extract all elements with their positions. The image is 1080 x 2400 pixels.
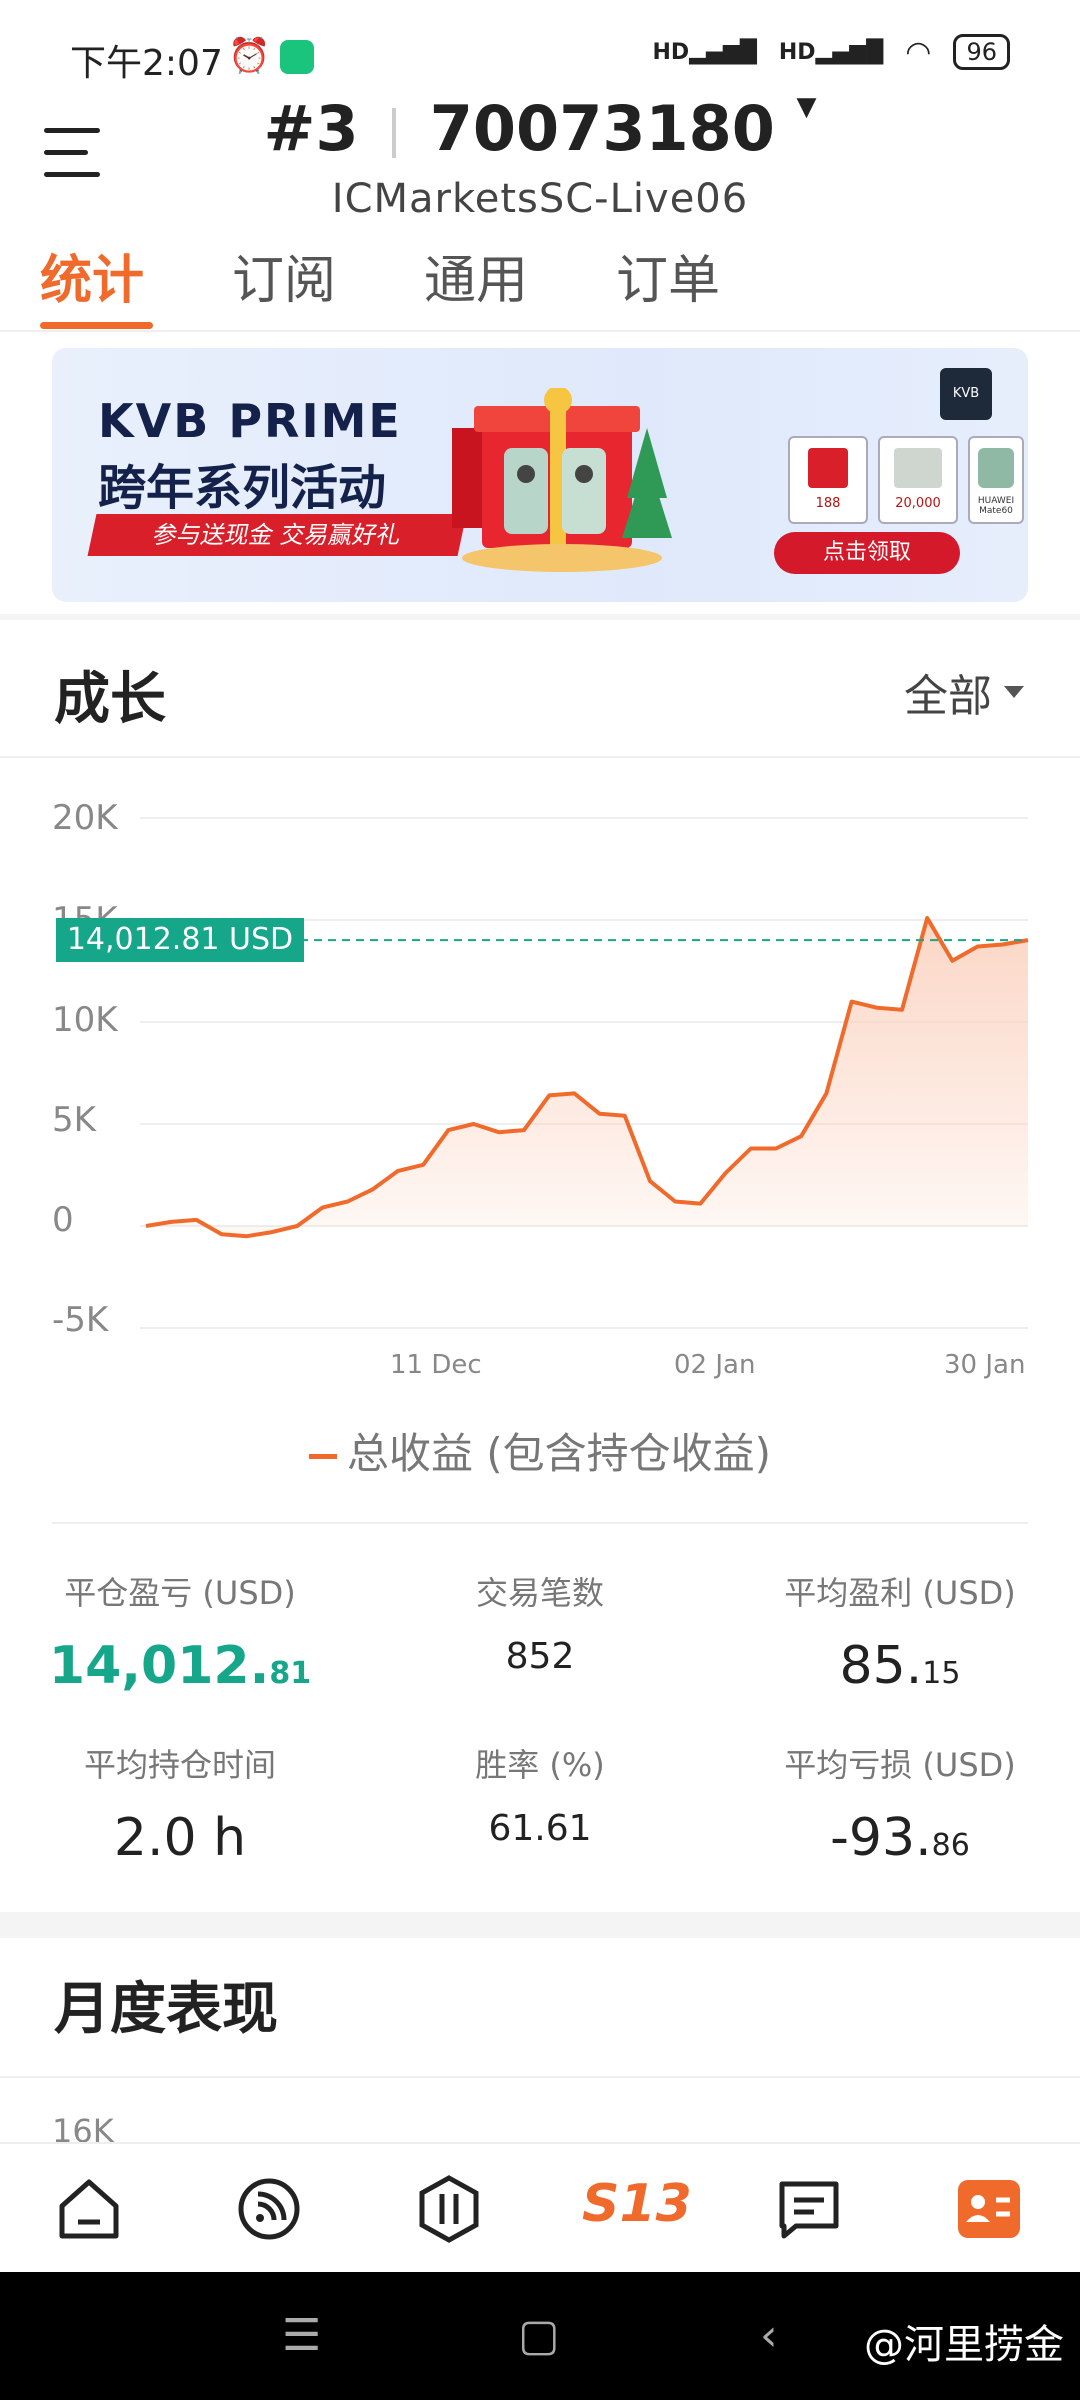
chart-legend[interactable]: 总收益 (包含持仓收益) xyxy=(0,1420,1080,1481)
banner-brand: KVB PRIME xyxy=(98,394,402,448)
stat-trades: 交易笔数 852 xyxy=(360,1568,720,1677)
system-nav-bar: ☰ ▢ ‹ @河里捞金 xyxy=(0,2272,1080,2400)
stat-value: 85.15 xyxy=(839,1636,961,1696)
prize-card-cash: 188 xyxy=(788,436,868,524)
x-tick: 11 Dec xyxy=(390,1350,482,1380)
section-rule xyxy=(0,2076,1080,2078)
section-divider xyxy=(0,614,1080,620)
stats-rule xyxy=(52,1522,1028,1524)
back-icon[interactable]: ‹ xyxy=(760,2310,778,2361)
trade-icon[interactable] xyxy=(414,2174,484,2244)
stat-label: 平均亏损 (USD) xyxy=(784,1746,1016,1784)
stat-label: 平均盈利 (USD) xyxy=(784,1574,1016,1612)
stat-value: 61.61 xyxy=(488,1808,592,1849)
tab-stats[interactable]: 统计 xyxy=(40,238,144,313)
current-value-tag: 14,012.81 USD xyxy=(56,918,304,963)
stat-win-rate: 胜率 (%) 61.61 xyxy=(360,1740,720,1849)
stat-value: 2.0 h xyxy=(113,1808,247,1868)
series-area xyxy=(146,918,1028,1237)
home-button-icon[interactable]: ▢ xyxy=(518,2310,560,2361)
promo-banner[interactable]: KVB PRIME 跨年系列活动 参与送现金 交易赢好礼 KVB 188 20,… xyxy=(52,348,1028,602)
tab-subscribe[interactable]: 订阅 xyxy=(232,238,336,313)
home-icon[interactable] xyxy=(54,2174,124,2244)
recent-apps-icon[interactable]: ☰ xyxy=(282,2310,321,2361)
legend-label: 总收益 (包含持仓收益) xyxy=(346,1429,772,1478)
stat-avg-hold: 平均持仓时间 2.0 h xyxy=(0,1740,360,1868)
account-number: 70073180 xyxy=(429,92,775,165)
wifi-icon: ◠ xyxy=(905,34,932,70)
banner-ribbon: 参与送现金 交易赢好礼 xyxy=(87,514,467,556)
legend-swatch xyxy=(308,1454,337,1459)
tab-general[interactable]: 通用 xyxy=(424,238,528,313)
account-server: ICMarketsSC-Live06 xyxy=(331,176,749,222)
stat-value: -93.86 xyxy=(830,1808,970,1868)
stat-label: 平仓盈亏 (USD) xyxy=(64,1574,296,1612)
bottom-nav: S13 xyxy=(0,2142,1080,2274)
x-tick: 02 Jan xyxy=(674,1350,756,1380)
kvb-logo: KVB xyxy=(940,368,992,420)
x-tick: 30 Jan xyxy=(944,1350,1026,1380)
stat-label: 胜率 (%) xyxy=(475,1746,605,1784)
stat-avg-profit: 平均盈利 (USD) 85.15 xyxy=(720,1568,1080,1696)
stat-value: 14,012.81 xyxy=(48,1636,312,1696)
chevron-down-icon xyxy=(1004,686,1024,698)
stat-closed-pnl: 平仓盈亏 (USD) 14,012.81 xyxy=(0,1568,360,1696)
growth-title: 成长 xyxy=(54,667,166,732)
claim-button[interactable]: 点击领取 xyxy=(774,532,960,574)
signal-icon: HD▂▄▆█ xyxy=(652,39,757,65)
section-rule xyxy=(0,756,1080,758)
feed-icon[interactable] xyxy=(234,2174,304,2244)
stat-label: 交易笔数 xyxy=(475,1574,604,1612)
message-icon[interactable] xyxy=(774,2174,844,2244)
status-icons: HD▂▄▆█ HD▂▄▆█ ◠ 96 xyxy=(653,34,1010,70)
stat-avg-loss: 平均亏损 (USD) -93.86 xyxy=(720,1740,1080,1868)
active-tab-indicator xyxy=(40,322,153,329)
range-dropdown[interactable]: 全部 xyxy=(904,660,1024,724)
battery-indicator: 96 xyxy=(953,34,1010,70)
account-prefix: #3 xyxy=(263,92,359,165)
prize-card-money: 20,000 xyxy=(878,436,958,524)
banner-headline: 跨年系列活动 xyxy=(98,460,387,516)
growth-chart[interactable]: 20K 15K 10K 5K 0 -5K 14,012.81 USD 11 De… xyxy=(0,770,1080,1390)
shield-app-icon xyxy=(280,40,314,74)
account-selector[interactable]: #3 70073180 ▼ xyxy=(0,92,1080,165)
signal-icon-2: HD▂▄▆█ xyxy=(778,39,884,65)
monthly-title: 月度表现 xyxy=(54,1977,278,2042)
section-divider xyxy=(0,1912,1080,1938)
chart-plot xyxy=(140,817,1029,1329)
status-time: 下午2:07 xyxy=(70,43,223,84)
s13-icon[interactable]: S13 xyxy=(582,2174,692,2244)
tab-orders[interactable]: 订单 xyxy=(616,238,720,313)
chevron-down-icon: ▼ xyxy=(796,92,817,122)
prize-card-phone: HUAWEI Mate60 xyxy=(968,436,1024,524)
stat-value: 852 xyxy=(505,1636,575,1677)
gift-box-image xyxy=(452,388,672,572)
profile-icon[interactable] xyxy=(954,2174,1024,2244)
stat-label: 平均持仓时间 xyxy=(83,1746,276,1784)
watermark: @河里捞金 xyxy=(864,2322,1064,2368)
tab-bar: 统计 订阅 通用 订单 xyxy=(0,238,1080,332)
alarm-icon: ⏰ xyxy=(228,36,271,76)
range-label: 全部 xyxy=(904,671,992,722)
